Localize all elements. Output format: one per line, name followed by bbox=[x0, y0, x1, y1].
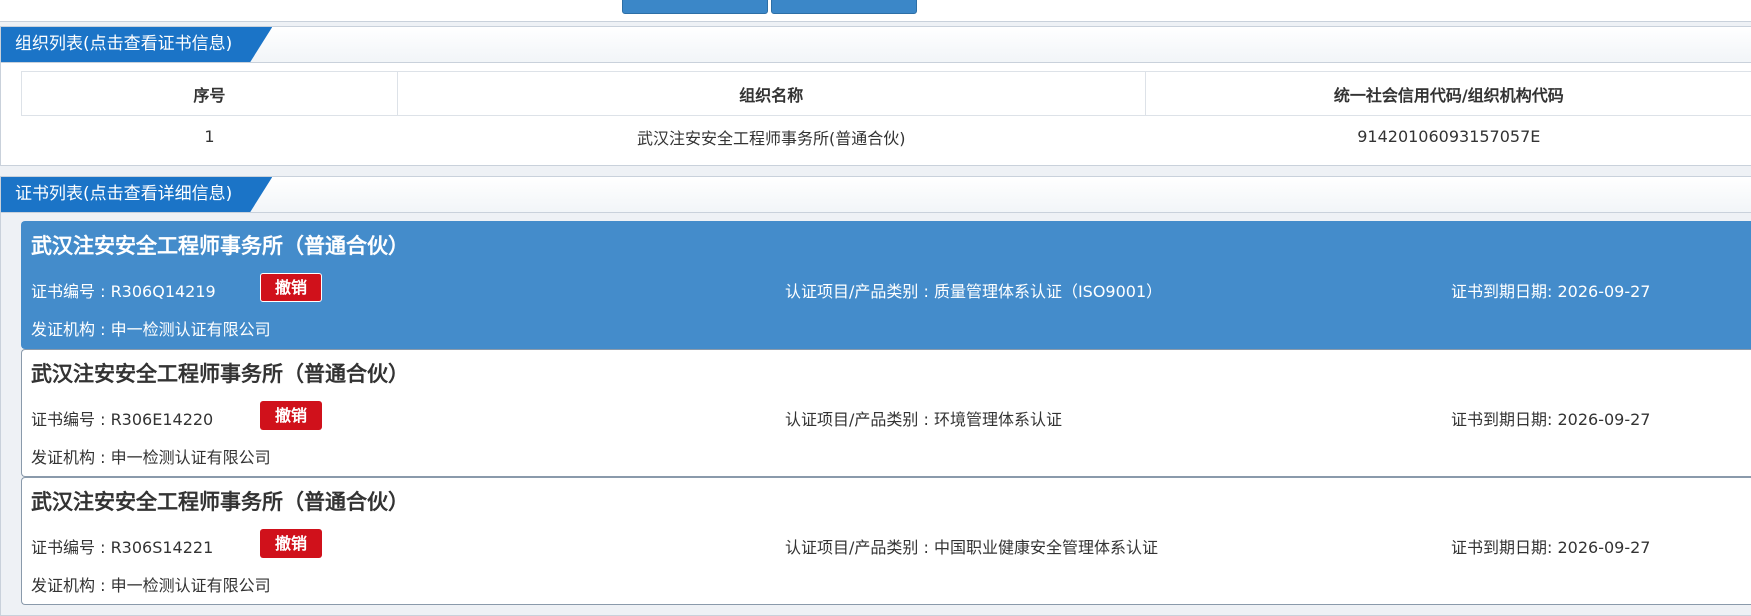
cert-issuer: 发证机构 : 申一检测认证有限公司 bbox=[31, 448, 271, 467]
col-header-index: 序号 bbox=[21, 71, 398, 116]
cert-list-title: 证书列表(点击查看详细信息) bbox=[1, 177, 272, 212]
org-table-header-row: 序号 组织名称 统一社会信用代码/组织机构代码 bbox=[21, 71, 1751, 116]
cert-project: 认证项目/产品类别 : 中国职业健康安全管理体系认证 bbox=[785, 538, 1158, 557]
cert-list-panel: 证书列表(点击查看详细信息) 武汉注安安全工程师事务所（普通合伙） 证书编号 :… bbox=[0, 176, 1751, 616]
col-header-org-name: 组织名称 bbox=[396, 71, 1146, 116]
cert-number: 证书编号 : R306E14220 bbox=[31, 410, 214, 429]
status-badge: 撤销 bbox=[260, 401, 322, 430]
cert-number: 证书编号 : R306S14221 bbox=[31, 538, 214, 557]
cert-expiry-date: 证书到期日期: 2026-09-27 bbox=[1451, 282, 1651, 301]
cert-project: 认证项目/产品类别 : 环境管理体系认证 bbox=[785, 410, 1062, 429]
org-list-panel: 组织列表(点击查看证书信息) 序号 组织名称 统一社会信用代码/组织机构代码 1… bbox=[0, 26, 1751, 166]
org-index-cell: 1 bbox=[21, 115, 398, 158]
org-list-title: 组织列表(点击查看证书信息) bbox=[1, 27, 272, 62]
cert-project: 认证项目/产品类别 : 质量管理体系认证（ISO9001） bbox=[785, 282, 1163, 301]
toolbar-button-1[interactable] bbox=[622, 0, 768, 14]
org-table: 序号 组织名称 统一社会信用代码/组织机构代码 1 武汉注安安全工程师事务所(普… bbox=[21, 71, 1751, 158]
toolbar-button-2[interactable] bbox=[771, 0, 917, 14]
cert-expiry-date: 证书到期日期: 2026-09-27 bbox=[1451, 410, 1651, 429]
org-list-header: 组织列表(点击查看证书信息) bbox=[1, 27, 1751, 63]
cert-card[interactable]: 武汉注安安全工程师事务所（普通合伙） 证书编号 : R306E14220 撤销 … bbox=[21, 349, 1751, 477]
cert-org-name: 武汉注安安全工程师事务所（普通合伙） bbox=[31, 490, 409, 514]
cert-issuer: 发证机构 : 申一检测认证有限公司 bbox=[31, 576, 271, 595]
org-table-row[interactable]: 1 武汉注安安全工程师事务所(普通合伙) 91420106093157057E bbox=[21, 115, 1751, 158]
col-header-credit-code: 统一社会信用代码/组织机构代码 bbox=[1144, 71, 1751, 116]
cert-card[interactable]: 武汉注安安全工程师事务所（普通合伙） 证书编号 : R306Q14219 撤销 … bbox=[21, 221, 1751, 349]
cert-card[interactable]: 武汉注安安全工程师事务所（普通合伙） 证书编号 : R306S14221 撤销 … bbox=[21, 477, 1751, 605]
cert-list: 武汉注安安全工程师事务所（普通合伙） 证书编号 : R306Q14219 撤销 … bbox=[21, 221, 1751, 605]
cert-org-name: 武汉注安安全工程师事务所（普通合伙） bbox=[31, 234, 409, 258]
org-code-cell: 91420106093157057E bbox=[1144, 115, 1751, 158]
status-badge: 撤销 bbox=[260, 273, 322, 302]
cert-number: 证书编号 : R306Q14219 bbox=[31, 282, 216, 301]
cert-list-header: 证书列表(点击查看详细信息) bbox=[1, 177, 1751, 213]
cert-issuer: 发证机构 : 申一检测认证有限公司 bbox=[31, 320, 271, 339]
top-toolbar bbox=[0, 0, 1751, 22]
status-badge: 撤销 bbox=[260, 529, 322, 558]
org-name-cell[interactable]: 武汉注安安全工程师事务所(普通合伙) bbox=[396, 115, 1146, 158]
cert-org-name: 武汉注安安全工程师事务所（普通合伙） bbox=[31, 362, 409, 386]
cert-expiry-date: 证书到期日期: 2026-09-27 bbox=[1451, 538, 1651, 557]
